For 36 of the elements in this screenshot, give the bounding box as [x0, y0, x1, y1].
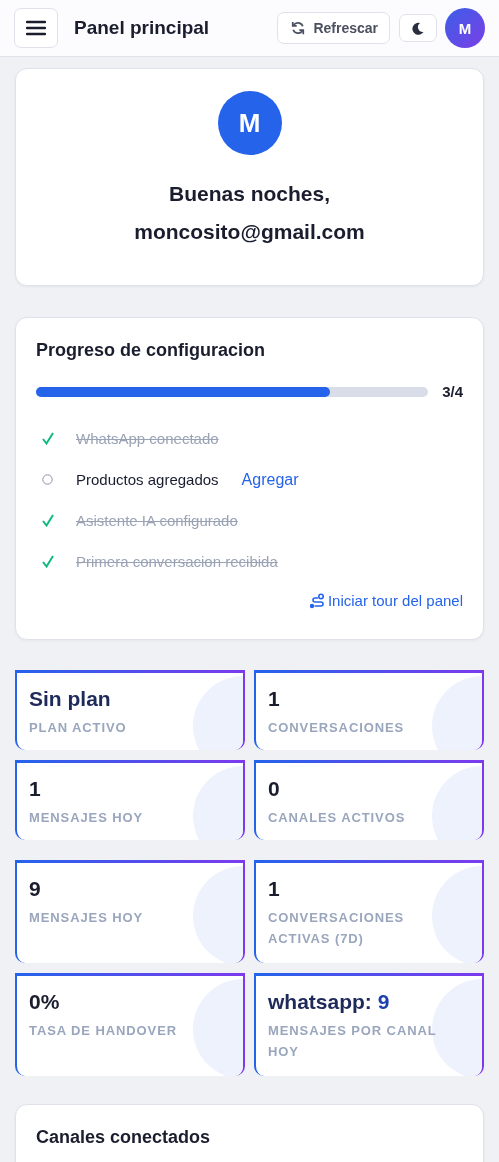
- stat-label: MENSAJES HOY: [29, 809, 145, 827]
- step-label: WhatsApp conectado: [76, 430, 219, 447]
- refresh-icon: [291, 21, 306, 35]
- start-tour-link[interactable]: Iniciar tour del panel: [308, 592, 463, 609]
- stat-value: Sin plan: [29, 687, 112, 711]
- stat-value: 1: [268, 687, 281, 711]
- stat-value: 1: [268, 877, 281, 901]
- page-title: Panel principal: [74, 17, 211, 39]
- add-link[interactable]: Agregar: [241, 470, 299, 489]
- section-title: Progreso de configuracion: [36, 340, 267, 361]
- stat-value: 0: [268, 777, 281, 801]
- step-label: Productos agregados: [76, 471, 219, 488]
- stat-label: CONVERSACIONES: [268, 719, 406, 737]
- stat-label: TASA DE HANDOVER: [29, 1022, 179, 1040]
- stat-value: 0%: [29, 990, 61, 1014]
- stat-label: PLAN ACTIVO: [29, 719, 128, 737]
- step-label: Primera conversacion recibida: [76, 553, 278, 570]
- progress-count: 3/4: [442, 383, 463, 400]
- stat-value: 1: [29, 777, 42, 801]
- moon-icon: [412, 21, 424, 35]
- stat-label: CANALES ACTIVOS: [268, 809, 407, 827]
- greeting-text: Buenas noches, moncosito@gmail.com: [133, 181, 366, 245]
- theme-toggle-button[interactable]: [399, 14, 437, 42]
- menu-icon: [26, 20, 46, 36]
- stat-label: MENSAJES HOY: [29, 909, 145, 927]
- stat-label: MENSAJES POR CANAL HOY: [268, 1022, 438, 1061]
- stat-value: whatsapp: 9: [268, 990, 391, 1014]
- user-avatar: M: [217, 91, 282, 155]
- menu-button[interactable]: [14, 8, 58, 48]
- route-icon: [308, 592, 325, 609]
- section-title: Canales conectados: [36, 1127, 212, 1148]
- refresh-button[interactable]: Refrescar: [277, 12, 390, 44]
- user-avatar[interactable]: M: [445, 8, 485, 48]
- stat-label: CONVERSACIONES ACTIVAS (7D): [268, 909, 406, 948]
- step-label: Asistente IA configurado: [76, 512, 238, 529]
- stat-value: 9: [29, 877, 42, 901]
